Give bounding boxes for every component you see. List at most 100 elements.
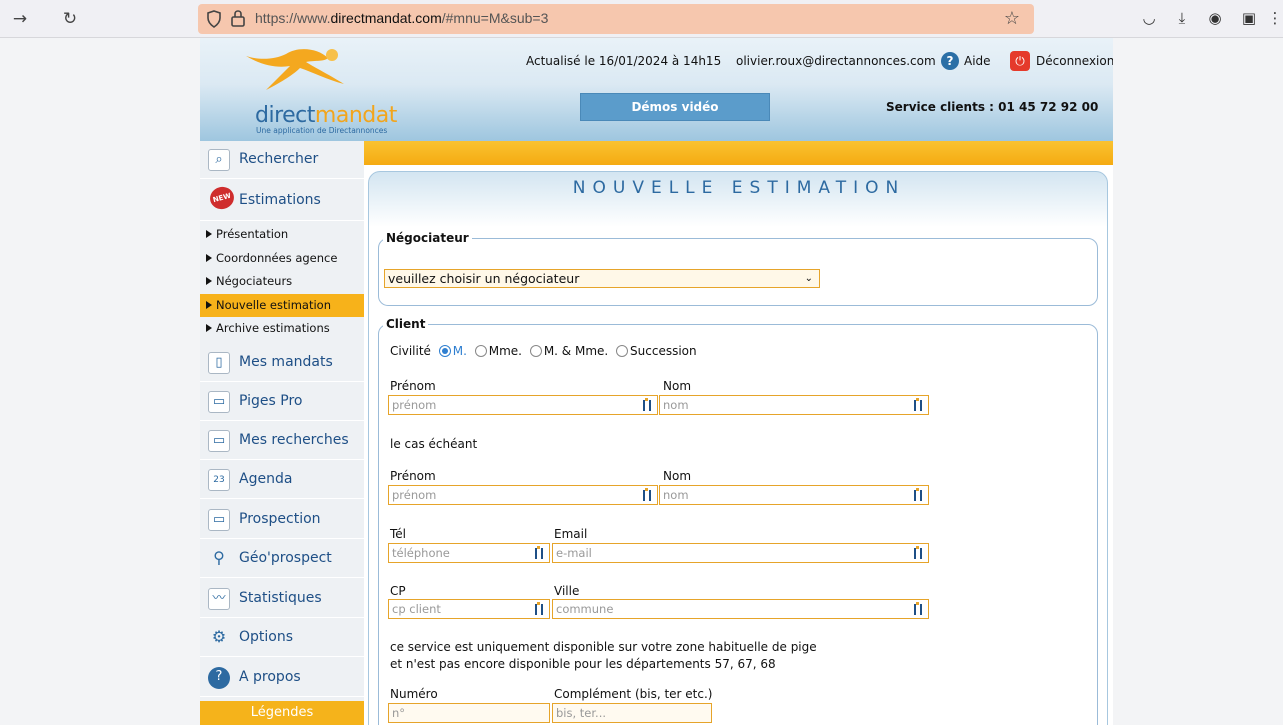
chart-line-icon: 〰 — [208, 588, 230, 610]
radio-mme[interactable] — [474, 345, 487, 357]
monitor-icon: ▭ — [208, 430, 230, 452]
tel-field[interactable]: téléphone — [388, 543, 550, 563]
sidebar-item-label: Piges Pro — [239, 393, 303, 409]
civilite-label: Civilité — [390, 344, 431, 358]
reload-icon[interactable]: ↻ — [58, 7, 82, 31]
email-label: Email — [554, 527, 588, 541]
bookmark-star-icon[interactable]: ☆ — [1004, 8, 1020, 29]
header: directmandat Une application de Directan… — [200, 38, 1113, 141]
client-legend: Client — [386, 317, 426, 331]
new-badge-icon: NEW — [207, 184, 237, 212]
sidebar-item-options[interactable]: ⚙ Options — [200, 619, 364, 657]
legends-button[interactable]: Légendes — [200, 701, 364, 725]
chevron-down-icon: ⌄ — [804, 273, 813, 284]
radio-label: Succession — [630, 344, 697, 358]
account-icon[interactable]: ◉ — [1206, 9, 1224, 27]
sidebar-item-label: Mes recherches — [239, 432, 349, 448]
pocket-icon[interactable]: ◡ — [1140, 9, 1158, 27]
sidebar-item-agenda[interactable]: 23 Agenda — [200, 461, 364, 499]
logo[interactable]: directmandat Une application de Directan… — [200, 38, 397, 141]
ville-field[interactable]: commune — [552, 599, 929, 619]
placeholder: n° — [392, 706, 406, 720]
sidebar-item-label: Statistiques — [239, 590, 322, 606]
radio-m[interactable] — [438, 345, 451, 357]
submenu-nouvelle-estimation[interactable]: Nouvelle estimation — [200, 293, 364, 317]
civilite-row: Civilité M. Mme. M. & Mme. Succession — [390, 344, 697, 358]
tel-label: Tél — [390, 527, 407, 541]
submenu-coordonnees[interactable]: Coordonnées agence — [200, 247, 364, 271]
browser-toolbar: → ↻ https://www.directmandat.com/#mnu=M&… — [0, 0, 1283, 38]
complement-label: Complément (bis, ter etc.) — [554, 687, 713, 701]
url-text: https://www.directmandat.com/#mnu=M&sub=… — [255, 10, 549, 26]
keyboard-icon — [913, 398, 925, 412]
sidebar-item-search[interactable]: ⌕ Rechercher — [200, 141, 364, 179]
sidebar-item-label: A propos — [239, 669, 301, 685]
sidebar-item-geoprospect[interactable]: ⚲ Géo'prospect — [200, 540, 364, 578]
radio-succession[interactable] — [616, 345, 629, 357]
download-icon[interactable]: ⤓ — [1173, 9, 1191, 27]
prenom-label: Prénom — [390, 379, 436, 393]
sidebar-item-statistiques[interactable]: 〰 Statistiques — [200, 580, 364, 618]
sidebar-item-prospection[interactable]: ▭ Prospection — [200, 501, 364, 539]
placeholder: cp client — [392, 602, 441, 616]
app-container: directmandat Une application de Directan… — [200, 38, 1113, 725]
address-bar[interactable]: https://www.directmandat.com/#mnu=M&sub=… — [198, 4, 1034, 34]
brand-name: directmandat — [255, 103, 397, 128]
numero-field[interactable]: n° — [388, 703, 550, 723]
page-viewport: directmandat Une application de Directan… — [0, 38, 1283, 725]
radio-label: M. & Mme. — [543, 344, 609, 358]
cp-field[interactable]: cp client — [388, 599, 550, 619]
shield-icon — [207, 10, 221, 28]
last-update: Actualisé le 16/01/2024 à 14h15 — [526, 54, 722, 68]
sidebar-item-recherches[interactable]: ▭ Mes recherches — [200, 422, 364, 460]
placeholder: nom — [663, 398, 689, 412]
sidebar-item-label: Mes mandats — [239, 354, 333, 370]
more-icon[interactable]: ⋮ — [1266, 9, 1283, 27]
keyboard-icon — [534, 602, 546, 616]
calendar-icon: 23 — [208, 469, 230, 491]
select-value: veuillez choisir un négociateur — [388, 271, 580, 286]
keyboard-icon — [642, 488, 654, 502]
extension-icon[interactable]: ▣ — [1240, 9, 1258, 27]
placeholder: commune — [556, 602, 614, 616]
notice-line-1: ce service est uniquement disponible sur… — [390, 640, 817, 654]
sidebar-item-apropos[interactable]: ? A propos — [200, 659, 364, 697]
sidebar-item-mandats[interactable]: ▯ Mes mandats — [200, 344, 364, 382]
keyboard-icon — [913, 488, 925, 502]
radio-label: Mme. — [488, 344, 522, 358]
email-field[interactable]: e-mail — [552, 543, 929, 563]
radio-m-mme[interactable] — [529, 345, 542, 357]
sidebar-item-label: Rechercher — [239, 151, 319, 167]
numero-label: Numéro — [390, 687, 438, 701]
prenom2-field[interactable]: prénom — [388, 485, 658, 505]
nom2-field[interactable]: nom — [659, 485, 929, 505]
sidebar-item-estimations[interactable]: NEW Estimations — [200, 179, 364, 221]
sidebar: ⌕ Rechercher NEW Estimations Présentatio… — [200, 141, 364, 725]
keyboard-icon — [642, 398, 654, 412]
sidebar-item-piges[interactable]: ▭ Piges Pro — [200, 383, 364, 421]
nom-field[interactable]: nom — [659, 395, 929, 415]
complement-field[interactable]: bis, ter... — [552, 703, 712, 723]
radio-label: M. — [452, 344, 467, 358]
negociateur-select[interactable]: veuillez choisir un négociateur ⌄ — [384, 269, 820, 288]
demo-video-button[interactable]: Démos vidéo — [580, 93, 770, 121]
help-icon[interactable]: ? — [941, 52, 959, 70]
estimations-submenu: Présentation Coordonnées agence Négociat… — [200, 223, 364, 341]
sidebar-item-label: Estimations — [239, 192, 321, 208]
sidebar-item-label: Agenda — [239, 471, 293, 487]
prenom-field[interactable]: prénom — [388, 395, 658, 415]
nom-label: Nom — [663, 379, 692, 393]
page-title: NOUVELLE ESTIMATION — [572, 178, 906, 198]
submenu-negociateurs[interactable]: Négociateurs — [200, 270, 364, 294]
sidebar-item-label: Options — [239, 629, 294, 645]
submenu-archive[interactable]: Archive estimations — [200, 317, 364, 341]
document-icon: ▯ — [208, 352, 230, 374]
placeholder: téléphone — [392, 546, 450, 560]
submenu-presentation[interactable]: Présentation — [200, 223, 364, 247]
logout-link[interactable]: Déconnexion — [1036, 54, 1113, 68]
power-icon[interactable]: ⏻ — [1010, 51, 1030, 71]
ville-label: Ville — [554, 584, 580, 598]
forward-icon[interactable]: → — [8, 7, 32, 31]
map-pin-icon: ⚲ — [213, 548, 225, 567]
help-link[interactable]: Aide — [964, 54, 991, 68]
